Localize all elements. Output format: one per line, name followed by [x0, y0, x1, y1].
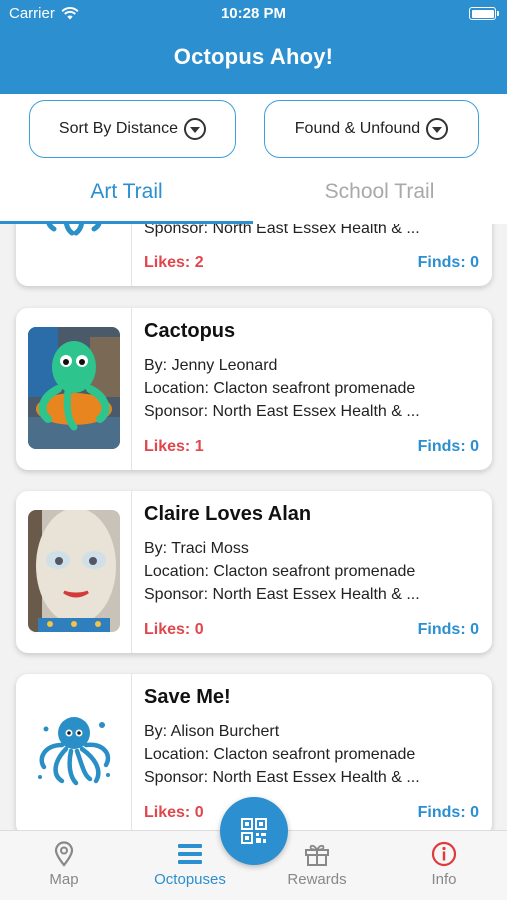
gift-icon: [305, 844, 329, 866]
tab-rewards-label: Rewards: [287, 871, 347, 888]
octopus-sponsor: Sponsor: North East Essex Health & ...: [144, 769, 420, 786]
octopus-finds: Finds: 0: [417, 804, 479, 821]
octopus-artist: By: Traci Moss: [144, 540, 249, 557]
status-bar: Carrier 10:28 PM: [0, 0, 507, 28]
octopus-name: Claire Loves Alan: [144, 503, 312, 525]
scan-qr-button[interactable]: [220, 797, 288, 865]
octopus-thumbnail: [28, 224, 120, 265]
info-icon: [431, 841, 457, 867]
octopus-finds: Finds: 0: [417, 438, 479, 455]
tab-info-label: Info: [431, 871, 457, 888]
tab-art-trail[interactable]: Art Trail: [0, 180, 253, 204]
octopus-location: Location: Clacton seafront promenade: [144, 746, 416, 763]
tab-map[interactable]: Map: [14, 841, 114, 888]
octopus-sponsor: Sponsor: North East Essex Health & ...: [144, 586, 420, 603]
tab-octopuses-label: Octopuses: [154, 871, 226, 888]
octopus-likes: Likes: 2: [144, 254, 204, 271]
app-header: Carrier 10:28 PM Octopus Ahoy!: [0, 0, 507, 94]
octopus-likes: Likes: 1: [144, 438, 204, 455]
chevron-down-icon: [426, 118, 449, 140]
octopus-finds: Finds: 0: [417, 621, 479, 638]
octopus-location: Location: Clacton seafront promenade: [144, 563, 416, 580]
octopus-artist: By: Alison Burchert: [144, 723, 280, 740]
sort-dropdown[interactable]: Sort By Distance: [29, 100, 236, 158]
octopus-artist: By: Jenny Leonard: [144, 357, 278, 374]
filter-bar: Sort By Distance Found & Unfound Art Tra…: [0, 94, 507, 224]
octopus-sponsor: Sponsor: North East Essex Health & ...: [144, 403, 420, 420]
octopus-thumbnail: [28, 510, 120, 632]
tab-info[interactable]: Info: [394, 841, 494, 888]
octopus-thumbnail: [28, 693, 120, 815]
octopus-name: Save Me!: [144, 686, 231, 708]
list-icon: [178, 844, 202, 864]
sort-dropdown-label: Sort By Distance: [58, 120, 179, 137]
octopus-likes: Likes: 0: [144, 621, 204, 638]
octopus-name: Cactopus: [144, 320, 236, 342]
tab-map-label: Map: [49, 871, 79, 888]
octopus-thumbnail: [28, 327, 120, 449]
qr-code-icon: [241, 818, 267, 844]
octopus-card[interactable]: Claire Loves Alan By: Traci Moss Locatio…: [16, 491, 492, 653]
status-time: 10:28 PM: [220, 5, 287, 22]
trail-tabs: Art Trail School Trail: [0, 170, 507, 224]
octopus-list: Sponsor: North East Essex Health & ... L…: [0, 224, 507, 830]
map-pin-icon: [54, 841, 74, 867]
chevron-down-icon: [184, 118, 207, 140]
found-filter-label: Found & Unfound: [294, 120, 421, 137]
page-title: Octopus Ahoy!: [173, 44, 334, 69]
tab-school-trail[interactable]: School Trail: [253, 180, 506, 204]
octopus-card[interactable]: Sponsor: North East Essex Health & ... L…: [16, 224, 492, 286]
battery-icon: [469, 7, 499, 20]
octopus-sponsor: Sponsor: North East Essex Health & ...: [144, 224, 420, 237]
octopus-likes: Likes: 0: [144, 804, 204, 821]
octopus-location: Location: Clacton seafront promenade: [144, 380, 416, 397]
octopus-finds: Finds: 0: [417, 254, 479, 271]
octopus-card[interactable]: Cactopus By: Jenny Leonard Location: Cla…: [16, 308, 492, 470]
found-filter-dropdown[interactable]: Found & Unfound: [264, 100, 479, 158]
